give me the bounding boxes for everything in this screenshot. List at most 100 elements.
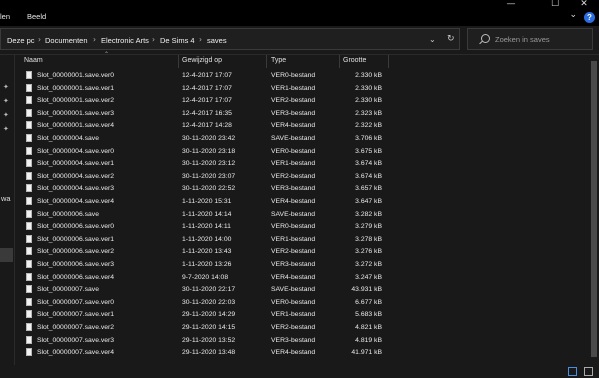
file-name: Slot_00000006.save.ver4 xyxy=(37,273,115,281)
breadcrumb-separator[interactable]: › xyxy=(199,35,202,44)
file-row[interactable]: Slot_00000006.save.ver1 1-11-2020 14:00 VE… xyxy=(16,234,587,247)
breadcrumb-separator[interactable]: › xyxy=(152,35,155,44)
pin-icon[interactable]: ✦ xyxy=(3,125,9,133)
file-type: VER4-bestand xyxy=(271,349,316,357)
document-icon xyxy=(26,134,32,142)
file-row[interactable]: Slot_00000007.save.ver1 29-11-2020 14:29 V… xyxy=(16,309,587,322)
file-type: VER4-bestand xyxy=(271,273,316,281)
file-row[interactable]: Slot_00000006.save.ver0 1-11-2020 14:11 VE… xyxy=(16,221,587,234)
refresh-icon[interactable]: ↻ xyxy=(447,34,455,44)
file-row[interactable]: Slot_00000004.save.ver4 1-11-2020 15:31 VE… xyxy=(16,196,587,209)
search-input[interactable]: Zoeken in saves xyxy=(467,28,593,50)
file-size: 3.675 kB xyxy=(355,147,382,155)
help-icon[interactable]: ? xyxy=(584,12,595,23)
column-divider[interactable] xyxy=(388,55,389,68)
maximize-button[interactable]: ☐ xyxy=(541,0,569,9)
file-row[interactable]: Slot_00000006.save.ver2 1-11-2020 13:43 VE… xyxy=(16,246,587,259)
nav-item-partial-label[interactable]: wa xyxy=(1,194,11,203)
ribbon-bar: len Beeld — ☐ ✕ ⌄ ? xyxy=(0,0,599,26)
sort-ascending-icon: ⌃ xyxy=(104,51,110,58)
file-row[interactable]: Slot_00000006.save.ver3 1-11-2020 13:26 VE… xyxy=(16,259,587,272)
file-name: Slot_00000004.save.ver3 xyxy=(37,185,115,193)
file-row[interactable]: Slot_00000006.save 1-11-2020 14:14 SAVE-be… xyxy=(16,209,587,222)
document-icon xyxy=(26,272,32,281)
file-type: VER0-bestand xyxy=(271,72,316,79)
breadcrumb-separator[interactable]: › xyxy=(93,35,96,44)
file-date: 1-11-2020 15:31 xyxy=(182,198,232,205)
document-icon xyxy=(26,234,32,243)
column-divider[interactable] xyxy=(266,55,267,68)
file-row[interactable]: Slot_00000007.save.ver0 30-11-2020 22:03 V… xyxy=(16,297,587,310)
document-icon xyxy=(26,83,32,92)
file-row[interactable]: Slot_00000007.save.ver3 29-11-2020 13:52 V… xyxy=(16,335,587,348)
column-header-name[interactable]: Naam xyxy=(24,57,43,64)
file-row[interactable]: Slot_00000007.save.ver2 29-11-2020 14:15 V… xyxy=(16,322,587,335)
navigation-pane: ✦ ✦ ✦ ✦ wa xyxy=(0,55,15,378)
pin-icon[interactable]: ✦ xyxy=(3,83,9,91)
document-icon xyxy=(26,197,32,205)
breadcrumb-saves[interactable]: saves xyxy=(207,36,227,45)
close-button[interactable]: ✕ xyxy=(570,0,598,9)
file-name: Slot_00000007.save.ver1 xyxy=(37,311,115,319)
file-name: Slot_00000001.save.ver4 xyxy=(37,122,115,130)
vertical-scrollbar[interactable] xyxy=(589,55,599,367)
breadcrumb-documents[interactable]: Documenten xyxy=(45,36,88,45)
file-list: ⌃ Naam Gewijzigd op Type Grootte Slot_00… xyxy=(16,51,587,378)
file-row[interactable]: Slot_00000001.save.ver4 12-4-2017 14:28 VE… xyxy=(16,120,587,133)
file-type: SAVE-bestand xyxy=(271,210,316,218)
file-row[interactable]: Slot_00000007.save.ver4 29-11-2020 13:48 V… xyxy=(16,347,587,360)
file-date: 12-4-2017 17:07 xyxy=(182,97,232,105)
document-icon xyxy=(26,108,32,117)
file-row[interactable]: Slot_00000004.save.ver3 30-11-2020 22:52 V… xyxy=(16,183,587,196)
file-row[interactable]: Slot_00000001.save.ver1 12-4-2017 17:07 VE… xyxy=(16,83,587,96)
column-header-row: ⌃ Naam Gewijzigd op Type Grootte xyxy=(16,51,587,68)
breadcrumb-electronic-arts[interactable]: Electronic Arts xyxy=(101,36,149,45)
document-icon xyxy=(26,146,32,155)
file-name: Slot_00000007.save.ver3 xyxy=(37,336,115,344)
file-row[interactable]: Slot_00000004.save.ver2 30-11-2020 23:07 V… xyxy=(16,171,587,184)
file-row[interactable]: Slot_00000007.save 30-11-2020 22:17 SAVE-b… xyxy=(16,284,587,297)
file-size: 2.322 kB xyxy=(355,122,382,130)
file-row[interactable]: Slot_00000001.save.ver3 12-4-2017 16:35 VE… xyxy=(16,108,587,121)
status-bar xyxy=(0,365,599,378)
column-header-date[interactable]: Gewijzigd op xyxy=(182,57,222,64)
breadcrumb-this-pc[interactable]: Deze pc xyxy=(7,36,35,45)
file-date: 30-11-2020 23:42 xyxy=(182,135,236,142)
ribbon-tab-partial[interactable]: len xyxy=(0,12,10,21)
scrollbar-thumb[interactable] xyxy=(591,61,597,357)
details-view-icon[interactable] xyxy=(568,367,577,376)
file-row[interactable]: Slot_00000006.save.ver4 9-7-2020 14:08 VER… xyxy=(16,272,587,285)
breadcrumb-separator[interactable]: › xyxy=(38,35,41,44)
breadcrumb-de-sims-4[interactable]: De Sims 4 xyxy=(160,36,195,45)
pin-icon[interactable]: ✦ xyxy=(3,97,9,105)
search-icon xyxy=(481,34,490,43)
large-icons-view-icon[interactable] xyxy=(584,367,593,376)
minimize-button[interactable]: — xyxy=(497,0,525,9)
file-date: 29-11-2020 14:29 xyxy=(182,311,236,319)
pin-icon[interactable]: ✦ xyxy=(3,111,9,119)
address-bar[interactable]: Deze pc › Documenten › Electronic Arts ›… xyxy=(0,28,460,50)
ribbon-collapse-icon[interactable]: ⌄ xyxy=(569,10,577,20)
file-row[interactable]: Slot_00000004.save.ver0 30-11-2020 23:18 V… xyxy=(16,146,587,159)
file-size: 3.647 kB xyxy=(355,198,382,205)
nav-item-selected[interactable] xyxy=(0,248,13,262)
file-date: 12-4-2017 16:35 xyxy=(182,109,232,117)
column-divider[interactable] xyxy=(178,55,179,68)
file-row[interactable]: Slot_00000004.save.ver1 30-11-2020 23:12 V… xyxy=(16,158,587,171)
file-name: Slot_00000001.save.ver0 xyxy=(37,72,115,79)
ribbon-tab-view[interactable]: Beeld xyxy=(27,12,46,21)
column-header-type[interactable]: Type xyxy=(271,57,286,64)
file-type: VER2-bestand xyxy=(271,172,316,180)
file-name: Slot_00000004.save.ver0 xyxy=(37,147,115,155)
column-header-size[interactable]: Grootte xyxy=(343,57,366,64)
file-size: 2.323 kB xyxy=(355,109,382,117)
column-divider[interactable] xyxy=(339,55,340,68)
file-row[interactable]: Slot_00000001.save.ver2 12-4-2017 17:07 VE… xyxy=(16,95,587,108)
chevron-down-icon[interactable]: ⌄ xyxy=(429,35,436,44)
file-size: 3.657 kB xyxy=(355,185,382,193)
file-row[interactable]: Slot_00000001.save.ver0 12-4-2017 17:07 VE… xyxy=(16,70,587,83)
document-icon xyxy=(26,297,32,306)
file-size: 3.272 kB xyxy=(355,261,382,268)
file-row[interactable]: Slot_00000004.save 30-11-2020 23:42 SAVE-b… xyxy=(16,133,587,146)
file-date: 1-11-2020 13:43 xyxy=(182,248,232,256)
